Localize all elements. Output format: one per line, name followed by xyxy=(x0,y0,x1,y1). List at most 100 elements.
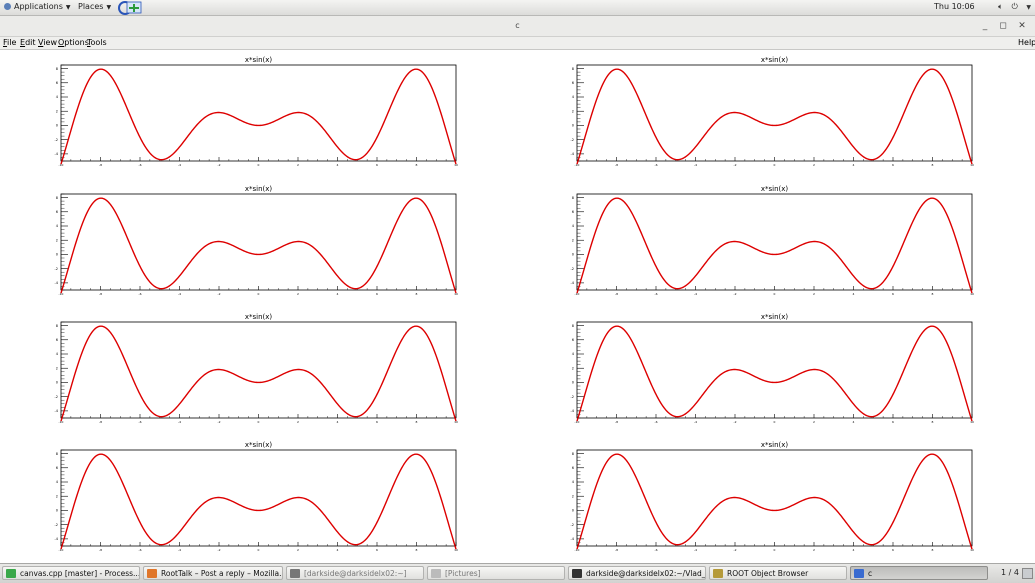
plot-panel[interactable]: x*sin(x)-10 -8 -6 -4 -2 0 2 4 6 8 10-4-202468 xyxy=(571,313,974,424)
x-tick-label: 8 xyxy=(416,420,418,424)
x-tick-label: 8 xyxy=(932,163,934,167)
y-tick-label: -2 xyxy=(571,138,575,142)
menu-edit[interactable]: Edit xyxy=(20,38,36,47)
x-tick-label: 6 xyxy=(892,292,894,296)
menu-file[interactable]: File xyxy=(3,38,16,47)
places-menu[interactable]: Places ▼ xyxy=(78,2,111,11)
task-canvas-editor[interactable]: canvas.cpp [master] - Process...tr... xyxy=(2,566,140,580)
plot-panel[interactable]: x*sin(x)-10 -8 -6 -4 -2 0 2 4 6 8 10-4-202468 xyxy=(55,441,458,552)
x-tick-label: -8 xyxy=(615,292,618,296)
x-tick-label: -4 xyxy=(178,163,181,167)
menu-options-rest: ptions xyxy=(64,38,89,47)
terminal-icon xyxy=(572,569,582,578)
chevron-down-icon[interactable]: ▼ xyxy=(1026,4,1031,11)
applications-label: Applications xyxy=(14,2,63,11)
plot-title: x*sin(x) xyxy=(761,56,789,64)
menu-tools[interactable]: Tools xyxy=(87,38,107,47)
y-tick-label: 2 xyxy=(56,109,58,113)
menu-file-rest: ile xyxy=(7,38,17,47)
x-tick-label: 6 xyxy=(376,292,378,296)
window-titlebar[interactable]: c _ ◻ ✕ xyxy=(0,16,1035,37)
applications-menu[interactable]: Applications ▼ xyxy=(4,2,71,11)
task-root-canvas[interactable]: c xyxy=(850,566,988,580)
plot-frame xyxy=(576,193,973,291)
x-tick-label: 8 xyxy=(416,548,418,552)
system-tray[interactable]: 🔈︎ ⏻ ▼ xyxy=(992,2,1031,12)
menu-view[interactable]: View xyxy=(38,38,57,47)
x-tick-label: 6 xyxy=(376,548,378,552)
maximize-button[interactable]: ◻ xyxy=(996,19,1010,33)
y-tick-label: 2 xyxy=(572,366,574,370)
workspace-switcher[interactable] xyxy=(1022,568,1033,579)
function-curve xyxy=(576,453,973,550)
window-title: c xyxy=(515,21,520,30)
x-tick-label: 0 xyxy=(258,292,260,296)
x-tick-label: 2 xyxy=(297,548,299,552)
plot-panel[interactable]: x*sin(x)-10 -8 -6 -4 -2 0 2 4 6 8 10-4-202468 xyxy=(55,313,458,424)
y-tick-label: 8 xyxy=(56,196,58,200)
task-terminal-1[interactable]: [darkside@darksidelx02:~] xyxy=(286,566,424,580)
plot-frame xyxy=(576,321,973,419)
menu-options[interactable]: Options xyxy=(58,38,89,47)
task-label: [Pictures] xyxy=(445,569,481,578)
y-tick-label: 2 xyxy=(572,494,574,498)
x-tick-label: -8 xyxy=(99,163,102,167)
plot-panel[interactable]: x*sin(x)-10 -8 -6 -4 -2 0 2 4 6 8 10-4-202468 xyxy=(571,56,974,167)
y-tick-label: -4 xyxy=(55,537,59,541)
plot-title: x*sin(x) xyxy=(245,313,273,321)
y-tick-label: 8 xyxy=(56,67,58,71)
y-tick-label: -4 xyxy=(55,152,59,156)
firefox-icon xyxy=(147,569,157,578)
function-curve xyxy=(576,197,973,294)
plots-canvas[interactable]: x*sin(x)-10 -8 -6 -4 -2 0 2 4 6 8 10-4-202468x*sin… xyxy=(0,50,1035,562)
plot-title: x*sin(x) xyxy=(245,185,273,193)
x-tick-label: -2 xyxy=(734,292,737,296)
x-tick-label: 2 xyxy=(813,292,815,296)
close-button[interactable]: ✕ xyxy=(1015,19,1029,33)
y-tick-label: 0 xyxy=(56,124,58,128)
menu-tools-rest: ools xyxy=(90,38,107,47)
workspace-indicator[interactable]: 1 / 4 xyxy=(1001,568,1019,577)
task-pictures[interactable]: [Pictures] xyxy=(427,566,565,580)
y-tick-label: 0 xyxy=(572,253,574,257)
x-tick-label: 6 xyxy=(376,420,378,424)
folder-icon xyxy=(431,569,441,578)
power-icon[interactable]: ⏻ xyxy=(1012,2,1018,11)
menu-edit-rest: dit xyxy=(25,38,36,47)
places-label: Places xyxy=(78,2,104,11)
chevron-down-icon: ▼ xyxy=(106,4,112,11)
plot-panel[interactable]: x*sin(x)-10 -8 -6 -4 -2 0 2 4 6 8 10-4-202468 xyxy=(55,185,458,296)
x-tick-label: -8 xyxy=(615,163,618,167)
root-canvas[interactable]: x*sin(x) -10 -8 -6 -4 -2 0 2 4 6 8 10 -4 -2 0 2 4 6 8 x*sin… xyxy=(0,50,1035,562)
task-terminal-2[interactable]: darkside@darksidelx02:~/Vlad_P... xyxy=(568,566,706,580)
x-tick-label: 4 xyxy=(853,163,855,167)
task-firefox[interactable]: RootTalk – Post a reply – Mozilla... xyxy=(143,566,283,580)
task-root-browser[interactable]: ROOT Object Browser xyxy=(709,566,847,580)
plot-title: x*sin(x) xyxy=(245,56,273,64)
plot-panel[interactable]: x*sin(x)-10 -8 -6 -4 -2 0 2 4 6 8 10-4-202468 xyxy=(55,56,458,167)
task-label: ROOT Object Browser xyxy=(727,569,809,578)
x-tick-label: -6 xyxy=(655,420,658,424)
y-tick-label: 0 xyxy=(56,509,58,513)
volume-icon[interactable]: 🔈︎ xyxy=(998,2,1003,11)
task-label: RootTalk – Post a reply – Mozilla... xyxy=(161,569,283,578)
y-tick-label: 4 xyxy=(572,480,575,484)
minimize-button[interactable]: _ xyxy=(978,19,992,33)
plot-panel[interactable]: x*sin(x)-10 -8 -6 -4 -2 0 2 4 6 8 10-4-202468 xyxy=(571,185,974,296)
x-tick-label: 6 xyxy=(892,548,894,552)
x-tick-label: -2 xyxy=(734,163,737,167)
x-tick-label: 8 xyxy=(416,163,418,167)
y-tick-label: 2 xyxy=(56,494,58,498)
x-tick-label: -4 xyxy=(694,548,697,552)
x-tick-label: 8 xyxy=(932,292,934,296)
menu-help[interactable]: Help xyxy=(1018,38,1035,47)
plot-panel[interactable]: x*sin(x)-10 -8 -6 -4 -2 0 2 4 6 8 10-4-202468 xyxy=(571,441,974,552)
x-tick-label: -6 xyxy=(139,420,142,424)
function-curve xyxy=(60,325,457,422)
y-tick-label: -4 xyxy=(571,281,575,285)
root-cern-icon[interactable] xyxy=(116,0,142,15)
x-tick-label: 2 xyxy=(813,163,815,167)
y-tick-label: -4 xyxy=(55,281,59,285)
clock[interactable]: Thu 10:06 xyxy=(934,2,975,11)
y-tick-label: 8 xyxy=(572,324,574,328)
